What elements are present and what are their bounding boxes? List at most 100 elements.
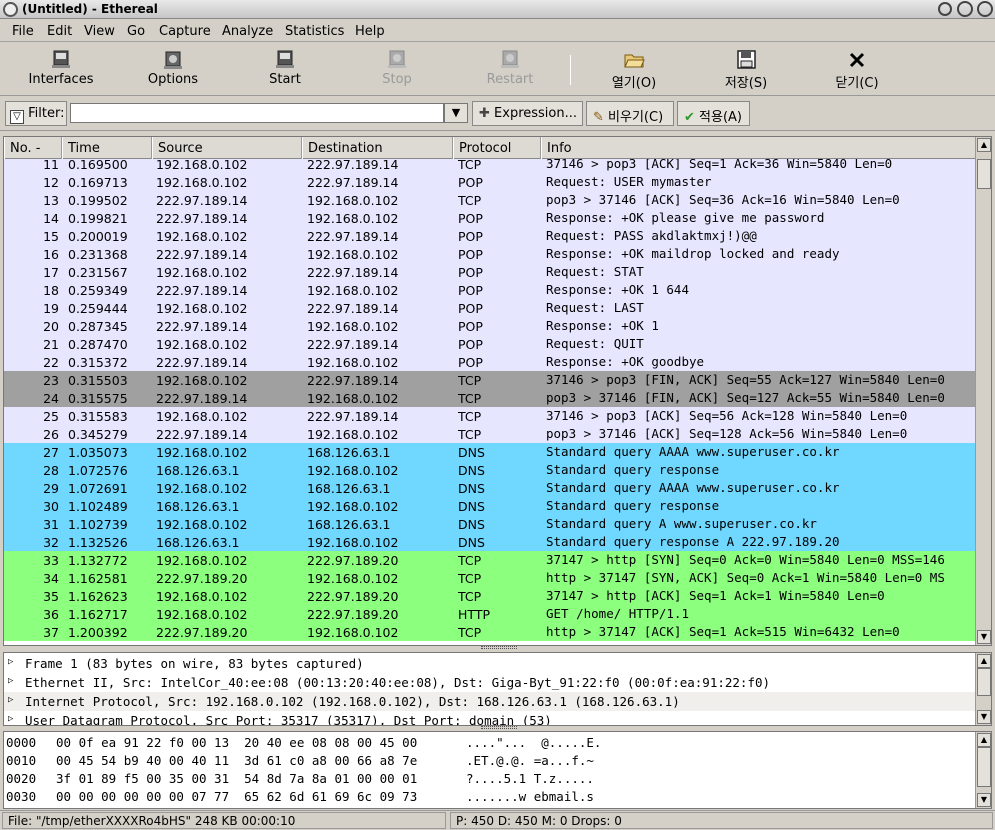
packet-row[interactable]: 35 1.162623 192.168.0.102 222.97.189.20 TCP 3… (4, 587, 976, 605)
packet-cell-src: 192.168.0.102 (156, 517, 248, 532)
clear-button[interactable]: ✎ 비우기(C) (586, 101, 674, 126)
packet-cell-time: 0.231567 (68, 265, 128, 280)
menu-capture[interactable]: Capture (159, 24, 211, 39)
packet-row[interactable]: 29 1.072691 192.168.0.102 168.126.63.1 DNS St… (4, 479, 976, 497)
packet-row[interactable]: 19 0.259444 192.168.0.102 222.97.189.14 POP R… (4, 299, 976, 317)
packet-row[interactable]: 11 0.169500 192.168.0.102 222.97.189.14 TCP 3… (4, 159, 976, 173)
packet-row[interactable]: 17 0.231567 192.168.0.102 222.97.189.14 POP R… (4, 263, 976, 281)
packet-row[interactable]: 16 0.231368 222.97.189.14 192.168.0.102 POP R… (4, 245, 976, 263)
stop-button[interactable]: Stop (376, 48, 418, 92)
packet-cell-src: 192.168.0.102 (156, 265, 248, 280)
menu-edit[interactable]: Edit (47, 24, 72, 39)
packet-row[interactable]: 15 0.200019 192.168.0.102 222.97.189.14 POP R… (4, 227, 976, 245)
expression-button[interactable]: ✚ Expression... (472, 101, 583, 126)
detail-row-udp[interactable]: ▷ User Datagram Protocol, Src Port: 35317… (4, 711, 976, 725)
packet-cell-proto: DNS (458, 517, 485, 532)
detail-row-frame[interactable]: ▷ Frame 1 (83 bytes on wire, 83 bytes cap… (4, 654, 976, 673)
details-scrollbar[interactable]: ▲ ▼ (975, 653, 991, 725)
maximize-icon[interactable] (957, 1, 973, 17)
filter-bar: ▽ Filter: ▼ ✚ Expression... ✎ 비우기(C) ✔ 적… (0, 97, 995, 131)
bytes-row[interactable]: 0010 00 45 54 b9 40 00 40 11 3d 61 c0 a8 … (4, 752, 976, 770)
bytes-row[interactable]: 0030 00 00 00 00 00 00 07 77 65 62 6d 61 … (4, 788, 976, 806)
stop-icon (386, 50, 408, 70)
filter-button[interactable]: ▽ Filter: (5, 101, 67, 126)
scroll-up-icon[interactable]: ▲ (977, 138, 991, 152)
packet-cell-info: 37146 > pop3 [ACK] Seq=56 Ack=128 Win=58… (546, 408, 908, 423)
packet-row[interactable]: 33 1.132772 192.168.0.102 222.97.189.20 TCP 3… (4, 551, 976, 569)
menu-view[interactable]: View (84, 24, 115, 39)
pane-splitter[interactable] (481, 726, 517, 729)
detail-row-ethernet[interactable]: ▷ Ethernet II, Src: IntelCor_40:ee:08 (00… (4, 673, 976, 692)
column-protocol[interactable]: Protocol (453, 137, 541, 159)
packet-cell-src: 168.126.63.1 (156, 463, 240, 478)
menu-statistics[interactable]: Statistics (285, 24, 344, 39)
menu-file[interactable]: File (12, 24, 34, 39)
packet-row[interactable]: 27 1.035073 192.168.0.102 168.126.63.1 DNS St… (4, 443, 976, 461)
packet-row[interactable]: 14 0.199821 222.97.189.14 192.168.0.102 POP R… (4, 209, 976, 227)
packet-row[interactable]: 32 1.132526 168.126.63.1 192.168.0.102 DNS St… (4, 533, 976, 551)
menu-analyze[interactable]: Analyze (222, 24, 273, 39)
interfaces-button[interactable]: Interfaces (22, 48, 100, 92)
expand-triangle-icon[interactable]: ▷ (8, 695, 13, 705)
expand-triangle-icon[interactable]: ▷ (8, 676, 13, 686)
apply-button[interactable]: ✔ 적용(A) (677, 101, 750, 126)
packet-row[interactable]: 20 0.287345 222.97.189.14 192.168.0.102 POP R… (4, 317, 976, 335)
packet-row[interactable]: 37 1.200392 222.97.189.20 192.168.0.102 TCP h… (4, 623, 976, 641)
packet-row[interactable]: 26 0.345279 222.97.189.14 192.168.0.102 TCP p… (4, 425, 976, 443)
expand-triangle-icon[interactable]: ▷ (8, 657, 13, 667)
packet-cell-proto: POP (458, 355, 483, 370)
expand-triangle-icon[interactable]: ▷ (8, 714, 13, 724)
bytes-row[interactable]: 0000 00 0f ea 91 22 f0 00 13 20 40 ee 08 … (4, 734, 976, 752)
packet-row[interactable]: 31 1.102739 192.168.0.102 168.126.63.1 DNS St… (4, 515, 976, 533)
save-button[interactable]: 저장(S) (716, 48, 776, 92)
packet-row[interactable]: 34 1.162581 222.97.189.20 192.168.0.102 TCP h… (4, 569, 976, 587)
scroll-thumb[interactable] (977, 159, 991, 189)
close-button[interactable]: 닫기(C) (828, 48, 886, 92)
packet-row[interactable]: 36 1.162717 192.168.0.102 222.97.189.20 HTTP… (4, 605, 976, 623)
restart-button[interactable]: Restart (483, 48, 537, 92)
scroll-thumb[interactable] (977, 668, 991, 696)
clear-label: 비우기(C) (608, 110, 664, 125)
packet-row[interactable]: 12 0.169713 192.168.0.102 222.97.189.14 POP R… (4, 173, 976, 191)
scroll-up-icon[interactable]: ▲ (977, 654, 991, 668)
packet-row[interactable]: 22 0.315372 222.97.189.14 192.168.0.102 POP R… (4, 353, 976, 371)
start-button[interactable]: Start (262, 48, 308, 92)
scroll-thumb[interactable] (977, 747, 991, 787)
column-info[interactable]: Info (541, 137, 976, 159)
scroll-up-icon[interactable]: ▲ (977, 733, 991, 747)
scroll-down-icon[interactable]: ▼ (977, 793, 991, 807)
packet-cell-no: 31 (43, 517, 59, 532)
packet-row[interactable]: 24 0.315575 222.97.189.14 192.168.0.102 TCP p… (4, 389, 976, 407)
packet-row[interactable]: 13 0.199502 222.97.189.14 192.168.0.102 TCP p… (4, 191, 976, 209)
packet-cell-src: 192.168.0.102 (156, 553, 248, 568)
packet-cell-info: Response: +OK goodbye (546, 354, 705, 369)
pane-splitter[interactable] (481, 646, 517, 649)
bytes-row[interactable]: 0020 3f 01 89 f5 00 35 00 31 54 8d 7a 8a … (4, 770, 976, 788)
column-source[interactable]: Source (152, 137, 302, 159)
detail-row-ip[interactable]: ▷ Internet Protocol, Src: 192.168.0.102 (… (4, 692, 976, 711)
packet-cell-src: 192.168.0.102 (156, 445, 248, 460)
filter-input[interactable] (70, 103, 444, 123)
options-button[interactable]: Options (140, 48, 206, 92)
packet-row[interactable]: 30 1.102489 168.126.63.1 192.168.0.102 DNS St… (4, 497, 976, 515)
packet-list-scrollbar[interactable]: ▲ ▼ (975, 137, 991, 645)
packet-cell-no: 24 (43, 391, 59, 406)
packet-row[interactable]: 23 0.315503 192.168.0.102 222.97.189.14 TCP 3… (4, 371, 976, 389)
open-button[interactable]: 열기(O) (604, 48, 664, 92)
column-time[interactable]: Time (62, 137, 152, 159)
minimize-icon[interactable] (938, 2, 952, 16)
scroll-down-icon[interactable]: ▼ (977, 630, 991, 644)
packet-row[interactable]: 18 0.259349 222.97.189.14 192.168.0.102 POP R… (4, 281, 976, 299)
menu-help[interactable]: Help (355, 24, 385, 39)
packet-row[interactable]: 21 0.287470 192.168.0.102 222.97.189.14 POP R… (4, 335, 976, 353)
menu-go[interactable]: Go (127, 24, 145, 39)
packet-row[interactable]: 25 0.315583 192.168.0.102 222.97.189.14 TCP 3… (4, 407, 976, 425)
column-destination[interactable]: Destination (302, 137, 453, 159)
filter-dropdown-button[interactable]: ▼ (444, 103, 468, 123)
column-no[interactable]: No. - (4, 137, 62, 159)
bytes-scrollbar[interactable]: ▲ ▼ (975, 732, 991, 808)
scroll-down-icon[interactable]: ▼ (977, 710, 991, 724)
stop-label: Stop (382, 72, 412, 87)
packet-row[interactable]: 28 1.072576 168.126.63.1 192.168.0.102 DNS St… (4, 461, 976, 479)
close-window-icon[interactable] (977, 1, 993, 17)
